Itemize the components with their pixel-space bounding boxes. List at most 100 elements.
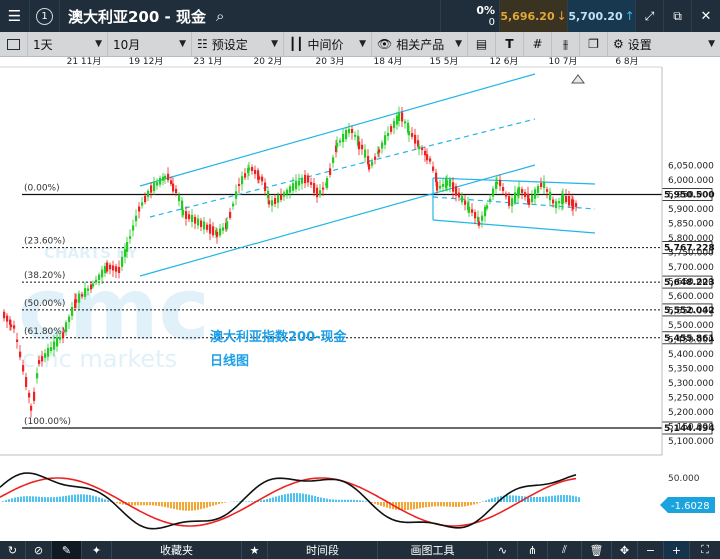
y-axis-label: 5,400.000 (668, 350, 714, 360)
change-percent: 0% (476, 3, 495, 17)
chevron-down-icon: ▼ (359, 39, 366, 49)
chevron-down-icon: ▼ (95, 39, 102, 49)
y-axis-label: 5,550.000 (668, 307, 714, 317)
range-select[interactable]: 10月 ▼ (108, 31, 192, 57)
fib-level-label: (100.00%) (24, 417, 71, 427)
buy-price: 5,700.20 (568, 9, 623, 23)
menu-button[interactable]: ☰ (0, 0, 30, 32)
x-axis-label: 12 6月 (489, 57, 518, 67)
zoom-in-button[interactable]: + (664, 541, 690, 559)
grid-icon: # (532, 37, 543, 51)
tool-lock-button[interactable]: ✦ (82, 541, 112, 559)
candles-icon: ┃┃ (289, 37, 304, 51)
arrow-down-icon: ↓ (556, 9, 567, 23)
instrument-title: 澳大利亚200 - 现金 (68, 7, 206, 26)
oscillator-value: -1.6028 (671, 501, 710, 512)
annotation-subtitle: 日线图 (210, 353, 249, 369)
timeframe-tab[interactable]: 时间段 (268, 541, 378, 559)
star-icon: ★ (249, 543, 260, 557)
crosshair-button[interactable]: # (524, 31, 552, 57)
y-axis-label: 5,900.000 (668, 205, 714, 215)
y-axis-label: 5,350.000 (668, 364, 714, 374)
x-axis-label: 15 5月 (429, 57, 458, 67)
curve-icon: ∿ (497, 543, 508, 557)
oscillator-scale-label: 50.000 (668, 474, 700, 484)
channel-icon: ⫽ (562, 543, 567, 556)
y-axis-label: 5,750.000 (668, 249, 714, 259)
arrow-up-icon: ↑ (624, 9, 635, 23)
scroll-marker-icon[interactable] (571, 74, 585, 84)
zoom-out-button[interactable]: − (638, 541, 664, 559)
indicators-button[interactable]: ▤ (468, 31, 496, 57)
flag-lower-line (432, 219, 596, 234)
oscillator-panel: 50.000 -1.6028 (0, 454, 715, 530)
trend-channel[interactable] (139, 73, 596, 277)
drawing-tools-tab[interactable]: 画图工具 (378, 541, 488, 559)
x-axis-label: 23 1月 (193, 57, 222, 67)
settings-label: 设置 (627, 37, 652, 52)
close-button[interactable]: ✕ (692, 0, 720, 32)
expand-button[interactable]: ⤢ (636, 0, 664, 32)
change-box: 0% 0 (440, 0, 500, 32)
related-products-select[interactable]: 👁 相关产品 ▼ (372, 31, 468, 57)
ban-icon: ⊘ (33, 543, 44, 557)
disable-button[interactable]: ⊘ (26, 541, 52, 559)
eye-icon: 👁 (377, 37, 393, 51)
curve-tool-button[interactable]: ∿ (488, 541, 518, 559)
layout-button[interactable]: ❐ (580, 31, 608, 57)
cycle-button[interactable]: ↻ (0, 541, 26, 559)
price-type-select[interactable]: ┃┃ 中间价 ▼ (284, 31, 372, 57)
candlestick-icon: ⫵ (562, 36, 569, 51)
trash-button[interactable]: 🗑 (582, 541, 612, 559)
channel-tool-button[interactable]: ⫽ (548, 541, 582, 559)
gear-icon: ⚙ (613, 37, 624, 51)
title-bar: ☰ 1 澳大利亚200 - 现金 ⌕ 0% 0 5,696.20 ↓ 5,700… (0, 0, 720, 32)
y-axis-label: 5,200.000 (668, 408, 714, 418)
fib-level-label: (0.00%) (24, 184, 60, 194)
y-axis-label: 5,250.000 (668, 393, 714, 403)
related-products-label: 相关产品 (396, 37, 445, 52)
trash-icon: 🗑 (589, 543, 604, 557)
search-icon[interactable]: ⌕ (216, 7, 224, 25)
favorites-tab[interactable]: 收藏夹 (112, 541, 242, 559)
y-axis-label: 5,800.000 (668, 234, 714, 244)
circle-number-icon: 1 (36, 7, 53, 25)
y-axis-label: 5,300.000 (668, 379, 714, 389)
price-chart[interactable]: 21 11月 19 12月 23 1月 20 2月 20 3月 18 4月 15 5月 12 … (0, 57, 720, 541)
buy-price-button[interactable]: 5,700.20 ↑ (568, 0, 636, 32)
x-axis-label: 10 7月 (548, 57, 577, 67)
text-button[interactable]: T (496, 31, 524, 57)
pencil-icon: ✎ (61, 543, 72, 557)
magic-wand-icon: ✦ (91, 543, 102, 557)
scroll-start-button[interactable]: ✥ (612, 541, 638, 559)
timeframe-label: 时间段 (306, 544, 339, 557)
fullscreen-button[interactable]: ⛶ (690, 541, 720, 559)
bar-chart-icon: ▤ (475, 37, 488, 51)
y-axis-label: 5,700.000 (668, 263, 714, 273)
settings-button[interactable]: ⚙ 设置 ▼ (608, 32, 720, 57)
fib-level-label: (38.20%) (24, 271, 65, 281)
sell-price: 5,696.20 (500, 9, 555, 23)
annotation-title: 澳大利亚指数200-现金 (210, 329, 348, 345)
interval-value: 1天 (33, 37, 53, 52)
chevron-down-icon: ▼ (708, 39, 715, 49)
panel-icon (7, 38, 20, 50)
sell-price-button[interactable]: 5,696.20 ↓ (500, 0, 568, 32)
fib-level-label: (61.80%) (24, 327, 65, 337)
y-axis-label: 5,950.000 (668, 191, 714, 201)
bottom-bar: ↻ ⊘ ✎ ✦ 收藏夹 ★ 时间段 画图工具 ∿ ⋔ ⫽ 🗑 ✥ − + ⛶ (0, 541, 720, 559)
move-icon: ✥ (619, 543, 630, 557)
favorite-star-button[interactable]: ★ (242, 541, 268, 559)
preset-select[interactable]: ☷ 预设定 ▼ (192, 31, 284, 57)
popout-button[interactable]: ⧉ (664, 0, 692, 32)
candle-type-button[interactable]: ⫵ (552, 31, 580, 57)
interval-select[interactable]: 1天 ▼ (28, 31, 108, 57)
x-axis-label: 18 4月 (373, 57, 402, 67)
fib-level-label: (23.60%) (24, 237, 65, 247)
draw-button[interactable]: ✎ (52, 541, 82, 559)
y-axis-label: 5,450.000 (668, 335, 714, 345)
fib-tool-button[interactable]: ⋔ (518, 541, 548, 559)
x-axis-label: 20 3月 (315, 57, 344, 67)
x-axis-label: 19 12月 (129, 57, 164, 67)
panel-toggle-button[interactable] (0, 31, 28, 57)
